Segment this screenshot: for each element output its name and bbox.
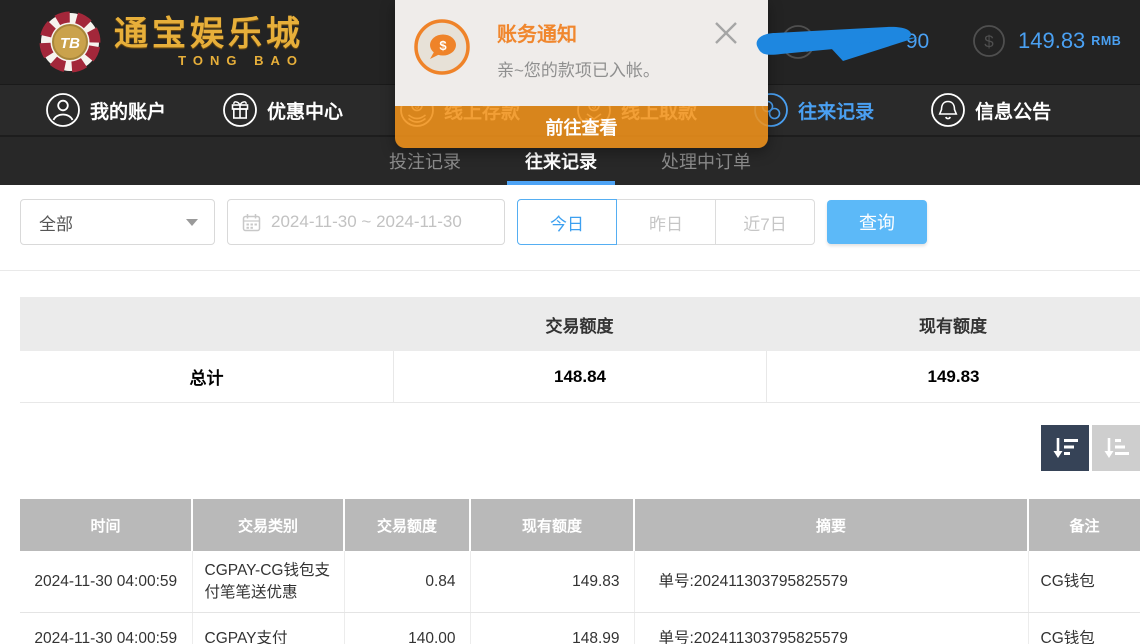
table-row: 2024-11-30 04:00:59 CGPAY-CG钱包支付笔笔送优惠 0.… — [20, 551, 1140, 613]
date-range-input[interactable]: 2024-11-30 ~ 2024-11-30 — [227, 199, 505, 245]
nav-item-my-account[interactable]: 我的账户 — [45, 92, 166, 128]
bell-icon — [930, 92, 966, 128]
gift-icon — [222, 92, 258, 128]
toast-action-button[interactable]: 前往查看 — [395, 106, 768, 148]
username-visible-end: 90 — [906, 30, 929, 54]
type-select[interactable]: 全部 — [20, 199, 215, 245]
chevron-down-icon — [186, 219, 198, 226]
nav-item-announcements[interactable]: 信息公告 — [930, 92, 1051, 128]
summary-total-row: 总计 148.84 149.83 — [20, 351, 1140, 403]
quick-yesterday-button[interactable]: 昨日 — [616, 199, 716, 245]
cell-current-amount: 149.83 — [470, 551, 634, 613]
brand-name: 通宝娱乐城 — [114, 17, 304, 51]
filter-bar: 全部 2024-11-30 ~ 2024-11-30 今日 昨日 近7日 查询 — [20, 199, 1120, 245]
summary-total-balance: 149.83 — [766, 351, 1140, 402]
records-table: 时间 交易类别 交易额度 现有额度 摘要 备注 2024-11-30 04:00… — [20, 499, 1140, 644]
sort-ascending-button[interactable] — [1092, 425, 1140, 471]
dollar-circle-icon: $ — [972, 24, 1006, 58]
records-header-row: 时间 交易类别 交易额度 现有额度 摘要 备注 — [20, 499, 1140, 551]
nav-item-transactions[interactable]: 往来记录 — [753, 92, 874, 128]
username-visible-start: che — [828, 30, 862, 54]
toast-action-label: 前往查看 — [546, 114, 618, 140]
balance-currency: RMB — [1091, 34, 1121, 48]
quick-last7days-button[interactable]: 近7日 — [715, 199, 815, 245]
user-icon — [45, 92, 81, 128]
money-notice-icon: $ — [413, 18, 471, 76]
brand-latin: TONG BAO — [114, 53, 304, 68]
toast-message: 亲~您的款项已入帐。 — [497, 56, 660, 81]
nav-item-promotions[interactable]: 优惠中心 — [222, 92, 343, 128]
sort-controls — [0, 425, 1140, 471]
col-header-summary: 摘要 — [634, 499, 1028, 551]
col-header-current-amount: 现有额度 — [470, 499, 634, 551]
summary-header-row: 交易额度 现有额度 — [20, 297, 1140, 351]
cell-remark: CG钱包 — [1028, 613, 1140, 644]
cell-trade-amount: 0.84 — [344, 551, 470, 613]
summary-total-label: 总计 — [20, 351, 393, 402]
cell-type: CGPAY支付 — [192, 613, 344, 644]
nav-label: 往来记录 — [798, 97, 874, 124]
close-icon[interactable] — [710, 18, 742, 50]
user-avatar-icon — [780, 24, 816, 60]
svg-text:$: $ — [984, 32, 994, 51]
brand-text: 通宝娱乐城 TONG BAO — [114, 17, 304, 68]
notification-toast: $ 账务通知 亲~您的款项已入帐。 前往查看 — [395, 0, 768, 148]
query-button[interactable]: 查询 — [827, 200, 927, 244]
cell-time: 2024-11-30 04:00:59 — [20, 551, 192, 613]
cell-remark: CG钱包 — [1028, 551, 1140, 613]
summary-header-empty — [20, 297, 393, 351]
poker-chip-icon: TB — [38, 10, 102, 74]
col-header-trade-amount: 交易额度 — [344, 499, 470, 551]
username: che 90 — [828, 30, 929, 54]
table-row: 2024-11-30 04:00:59 CGPAY支付 140.00 148.9… — [20, 613, 1140, 644]
quick-date-group: 今日 昨日 近7日 — [517, 199, 815, 245]
summary-header-current-amount: 现有额度 — [766, 297, 1140, 351]
summary-table: 交易额度 现有额度 总计 148.84 149.83 — [20, 297, 1140, 403]
sort-descending-button[interactable] — [1041, 425, 1089, 471]
nav-label: 优惠中心 — [267, 97, 343, 124]
summary-header-trade-amount: 交易额度 — [393, 297, 766, 351]
calendar-icon — [242, 213, 261, 232]
nav-label: 信息公告 — [975, 97, 1051, 124]
svg-text:TB: TB — [60, 35, 80, 52]
summary-total-trade: 148.84 — [393, 351, 766, 402]
sort-ascending-icon — [1102, 436, 1130, 460]
col-header-type: 交易类别 — [192, 499, 344, 551]
type-select-value: 全部 — [39, 210, 73, 235]
cell-type: CGPAY-CG钱包支付笔笔送优惠 — [192, 551, 344, 613]
nav-label: 我的账户 — [90, 97, 166, 124]
balance: $ 149.83 RMB — [972, 24, 1121, 58]
col-header-remark: 备注 — [1028, 499, 1140, 551]
svg-text:$: $ — [439, 38, 447, 53]
section-divider — [0, 270, 1140, 271]
sort-descending-icon — [1051, 436, 1079, 460]
toast-body: $ 账务通知 亲~您的款项已入帐。 — [395, 0, 768, 106]
quick-today-button[interactable]: 今日 — [517, 199, 617, 245]
toast-title: 账务通知 — [497, 18, 577, 47]
col-header-time: 时间 — [20, 499, 192, 551]
page: TB 通宝娱乐城 TONG BAO che 90 $ 149.83 RMB — [0, 0, 1140, 644]
user-account[interactable]: che 90 — [780, 24, 929, 60]
cell-trade-amount: 140.00 — [344, 613, 470, 644]
balance-amount: 149.83 — [1018, 28, 1085, 54]
username-hidden-part — [862, 30, 906, 54]
cell-time: 2024-11-30 04:00:59 — [20, 613, 192, 644]
brand-logo[interactable]: TB 通宝娱乐城 TONG BAO — [38, 10, 304, 74]
date-range-value: 2024-11-30 ~ 2024-11-30 — [271, 212, 462, 232]
cell-current-amount: 148.99 — [470, 613, 634, 644]
cell-summary: 单号:202411303795825579 — [634, 613, 1028, 644]
cell-summary: 单号:202411303795825579 — [634, 551, 1028, 613]
